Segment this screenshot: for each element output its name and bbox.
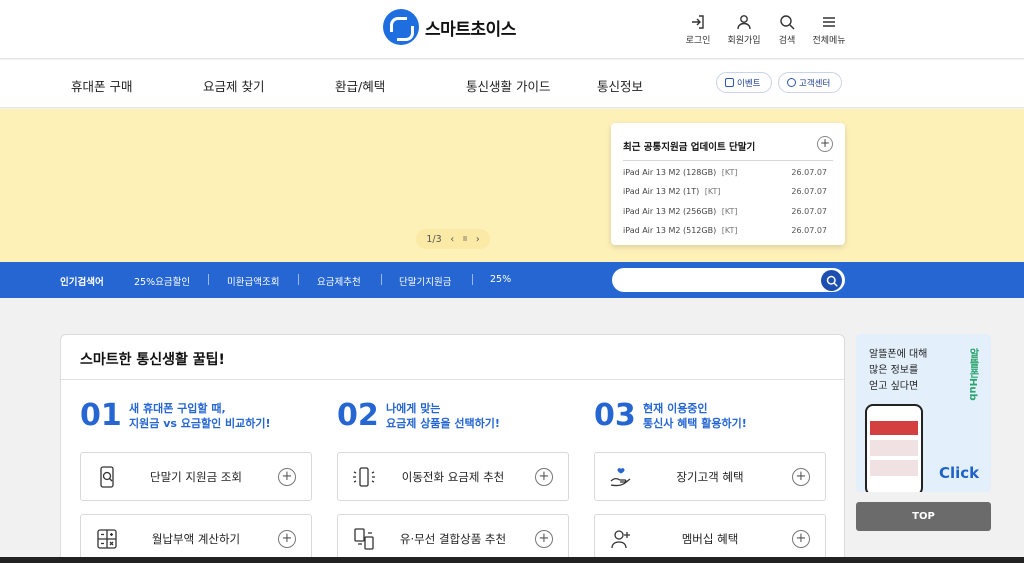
banner-pager: 1/3 ‹ II › bbox=[416, 229, 490, 249]
step-description: 현재 이용중인 통신사 혜택 활용하기! bbox=[643, 402, 747, 430]
plus-icon: + bbox=[535, 530, 553, 548]
popular-search-bar: 인기검색어 25%요금할인 미환급액조회 요금제추천 단말기지원금 25% bbox=[0, 262, 1024, 298]
monthly-payment-calc-button[interactable]: 월납부액 계산하기 + bbox=[80, 514, 312, 563]
plus-icon: + bbox=[792, 530, 810, 548]
search-link[interactable]: 검색 bbox=[765, 14, 809, 46]
site-logo[interactable]: 스마트초이스 bbox=[383, 9, 516, 45]
site-header: 스마트초이스 로그인 회원가입 검색 전체메뉴 bbox=[0, 0, 1024, 59]
subsidy-lookup-button[interactable]: 단말기 지원금 조회 + bbox=[80, 452, 312, 501]
search-icon bbox=[780, 15, 795, 30]
popular-keyword[interactable]: 25% bbox=[490, 274, 511, 285]
ad-text: 알뜰폰에 대해 많은 정보를 얻고 싶다면 bbox=[869, 349, 928, 392]
signup-link[interactable]: 회원가입 bbox=[722, 14, 766, 46]
divider bbox=[208, 274, 209, 285]
user-icon bbox=[737, 15, 751, 30]
scroll-top-button[interactable]: TOP bbox=[856, 502, 991, 531]
hero-banner[interactable] bbox=[0, 109, 1024, 262]
ad-click-label: Click bbox=[939, 464, 980, 482]
plus-icon: + bbox=[278, 468, 296, 486]
popular-keyword[interactable]: 단말기지원금 bbox=[399, 274, 451, 288]
search-icon bbox=[826, 275, 838, 287]
nav-item-refund-benefit[interactable]: 환급/혜택 bbox=[335, 76, 385, 95]
nav-item-info[interactable]: 통신정보 bbox=[597, 76, 643, 95]
mvno-hub-ad[interactable]: 알뜰폰에 대해 많은 정보를 얻고 싶다면 알뜰폰Hub Click bbox=[856, 334, 991, 492]
customer-center-button[interactable]: 고객센터 bbox=[778, 72, 842, 93]
subsidy-update-card: 최근 공통지원금 업데이트 단말기 + iPad Air 13 M2 (128G… bbox=[611, 123, 845, 245]
nav-item-phone-purchase[interactable]: 휴대폰 구매 bbox=[71, 76, 132, 95]
panel-title: 스마트한 통신생활 꿀팁! bbox=[80, 352, 225, 368]
tips-panel: 스마트한 통신생활 꿀팁! 01 새 휴대폰 구입할 때, 지원금 vs 요금할… bbox=[60, 334, 845, 563]
headset-icon bbox=[787, 78, 796, 87]
login-icon bbox=[692, 15, 704, 29]
pager-count: 1/3 bbox=[426, 233, 442, 245]
step-number: 01 bbox=[80, 398, 122, 433]
list-item[interactable]: iPad Air 13 M2 (256GB) [KT] 26.07.07 bbox=[623, 207, 827, 219]
popular-search-label: 인기검색어 bbox=[60, 277, 104, 288]
plus-icon: + bbox=[792, 468, 810, 486]
plus-icon: + bbox=[535, 468, 553, 486]
list-item[interactable]: iPad Air 13 M2 (128GB) [KT] 26.07.07 bbox=[623, 168, 827, 180]
top-utility-menu: 로그인 회원가입 검색 전체메뉴 bbox=[676, 14, 856, 46]
step-description: 새 휴대폰 구입할 때, 지원금 vs 요금할인 비교하기! bbox=[129, 402, 271, 430]
pager-prev-button[interactable]: ‹ bbox=[450, 234, 454, 245]
bundle-recommend-button[interactable]: 유·무선 결합상품 추천 + bbox=[337, 514, 569, 563]
all-menu-link[interactable]: 전체메뉴 bbox=[807, 14, 851, 46]
mvno-hub-logo: 알뜰폰Hub bbox=[967, 348, 978, 401]
divider bbox=[623, 160, 833, 161]
membership-benefit-button[interactable]: 멤버십 혜택 + bbox=[594, 514, 826, 563]
logo-text: 스마트초이스 bbox=[425, 19, 516, 40]
phone-illustration bbox=[865, 404, 923, 492]
popular-keyword[interactable]: 미환급액조회 bbox=[227, 274, 279, 288]
card-more-button[interactable]: + bbox=[817, 136, 833, 152]
pager-next-button[interactable]: › bbox=[476, 234, 480, 245]
search-submit-button[interactable] bbox=[821, 270, 842, 291]
logo-mark-icon bbox=[383, 9, 419, 45]
long-term-benefit-button[interactable]: 장기고객 혜택 + bbox=[594, 452, 826, 501]
window-bottom-edge bbox=[0, 557, 1024, 563]
search-input[interactable] bbox=[612, 268, 845, 292]
login-link[interactable]: 로그인 bbox=[676, 14, 720, 46]
nav-item-plan-finder[interactable]: 요금제 찾기 bbox=[203, 76, 264, 95]
step-number: 03 bbox=[594, 398, 636, 433]
step-number: 02 bbox=[337, 398, 379, 433]
divider bbox=[298, 274, 299, 285]
list-item[interactable]: iPad Air 13 M2 (1T) [KT] 26.07.07 bbox=[623, 187, 827, 199]
nav-item-guide[interactable]: 통신생활 가이드 bbox=[466, 76, 550, 95]
step-description: 나에게 맞는 요금제 상품을 선택하기! bbox=[386, 402, 500, 430]
event-button[interactable]: 이벤트 bbox=[716, 72, 772, 93]
plus-icon: + bbox=[278, 530, 296, 548]
mobile-plan-recommend-button[interactable]: 이동전화 요금제 추천 + bbox=[337, 452, 569, 501]
card-title: 최근 공통지원금 업데이트 단말기 bbox=[623, 142, 756, 153]
list-item[interactable]: iPad Air 13 M2 (512GB) [KT] 26.07.07 bbox=[623, 226, 827, 238]
gift-icon bbox=[725, 78, 734, 87]
pager-pause-button[interactable]: II bbox=[463, 235, 467, 243]
divider bbox=[472, 274, 473, 285]
main-nav: 휴대폰 구매 요금제 찾기 환급/혜택 통신생활 가이드 통신정보 이벤트 고객… bbox=[0, 60, 1024, 108]
panel-header: 스마트한 통신생활 꿀팁! bbox=[61, 335, 844, 380]
popular-keyword[interactable]: 25%요금할인 bbox=[134, 274, 190, 288]
divider bbox=[381, 274, 382, 285]
popular-keyword[interactable]: 요금제추천 bbox=[317, 274, 361, 288]
menu-icon bbox=[823, 17, 835, 27]
